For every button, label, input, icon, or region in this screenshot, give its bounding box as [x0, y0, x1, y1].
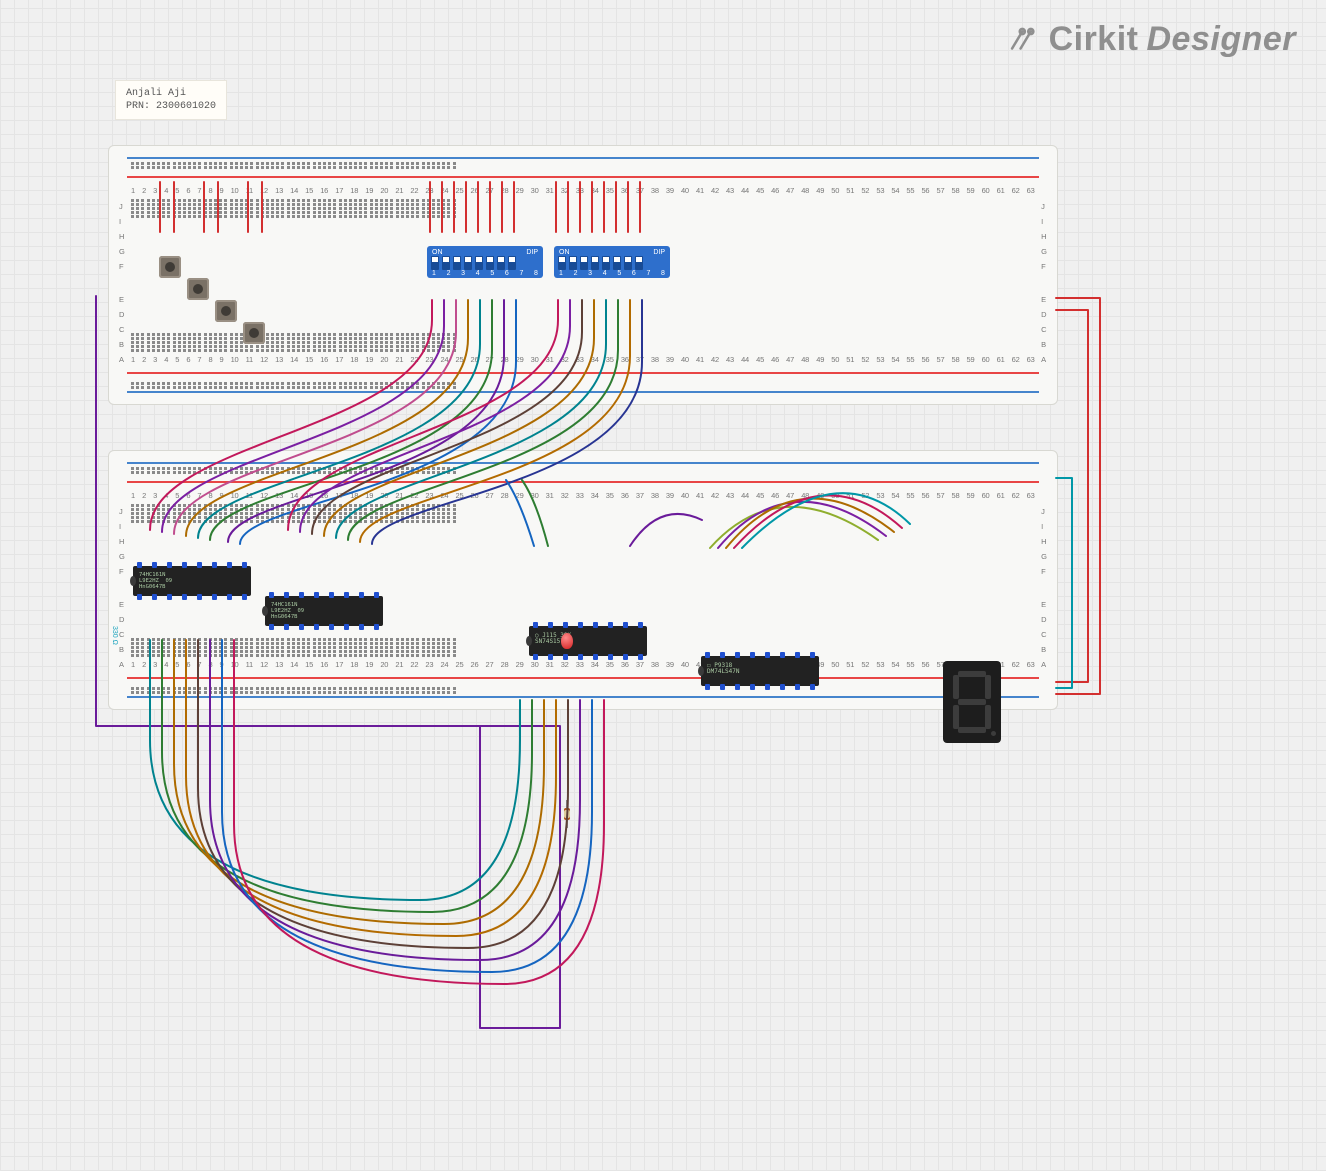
wire-gnd-loop — [1056, 478, 1072, 688]
wire-group-bus — [96, 296, 910, 1028]
wire-layer — [0, 0, 1326, 1171]
wire-vcc-loop — [1056, 298, 1100, 694]
wire-group-red — [160, 182, 640, 232]
